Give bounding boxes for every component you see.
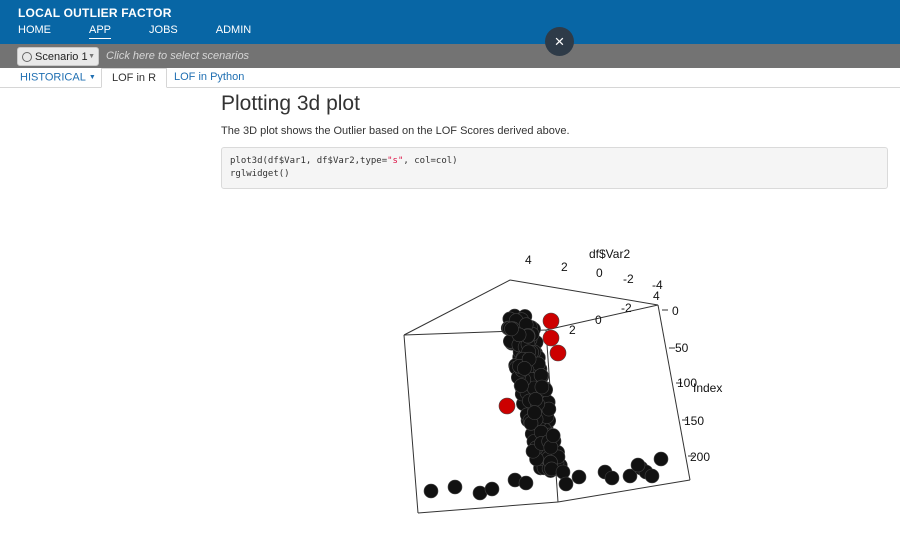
scenario-select[interactable]: Scenario 1 ▼ [17,47,99,66]
data-point [447,479,463,495]
code-string: "s" [387,156,404,166]
index-tick-5: 200 [690,450,710,464]
outlier-point [549,344,567,362]
tab-historical[interactable]: HISTORICAL ▼ [10,68,106,88]
page-description: The 3D plot shows the Outlier based on t… [221,125,570,137]
app-title: LOCAL OUTLIER FACTOR [18,6,172,20]
data-point [423,483,439,499]
tab-lof-in-r-label: LOF in R [112,72,157,84]
data-point [558,476,574,492]
top-navbar: LOCAL OUTLIER FACTOR HOME APP JOBS ADMIN [0,0,900,44]
data-point [630,457,646,473]
tab-bar: HISTORICAL ▼ LOF in R LOF in Python [0,68,900,88]
var1-axis: 4 2 0 -2 [569,289,660,337]
chevron-down-icon: ▼ [88,74,96,81]
data-point [504,321,519,337]
scenario-selected-label: Scenario 1 [35,50,88,63]
data-point [527,405,542,420]
var2-axis-label: df$Var2 [589,247,630,261]
close-button[interactable]: × [545,27,574,56]
code-block: plot3d(df$Var1, df$Var2,type="s", col=co… [221,147,888,189]
tab-lof-in-python[interactable]: LOF in Python [164,68,254,88]
data-point [517,361,532,376]
index-tick-4: 150 [684,414,704,428]
outlier-point [542,329,560,347]
main-nav: HOME APP JOBS ADMIN [18,24,289,39]
outlier-point [498,397,516,415]
data-point [571,469,587,485]
data-points [423,308,669,501]
nav-jobs[interactable]: JOBS [149,24,178,39]
data-point [528,392,543,407]
var2-tick-3: 0 [596,266,603,280]
close-icon: × [554,32,565,51]
code-line-2: rglwidget() [230,169,290,179]
var2-tick-4: -2 [623,272,634,286]
data-point [604,470,620,486]
data-point [514,378,529,393]
chevron-down-icon: ▼ [88,53,95,60]
data-point [534,379,550,395]
rgl-3d-plot[interactable]: df$Var2 4 2 0 -2 -4 4 2 0 -2 0 50 100 In… [380,240,760,525]
data-point [653,451,669,467]
scenario-radio-icon [22,51,32,62]
page-title: Plotting 3d plot [221,92,360,115]
var2-tick-2: 2 [561,260,568,274]
outlier-point [542,312,560,330]
data-point [545,428,561,443]
index-tick-1: 0 [672,304,679,318]
code-line-1-suffix: , col=col) [403,156,458,166]
var1-tick-2: 2 [569,323,576,337]
data-point [555,464,571,480]
var1-tick-1: 4 [653,289,660,303]
data-point [644,468,660,484]
nav-app[interactable]: APP [89,24,112,39]
scenario-hint[interactable]: Click here to select scenarios [106,50,249,62]
var1-tick-3: 0 [595,313,602,327]
nav-admin[interactable]: ADMIN [216,24,251,39]
data-point [484,481,500,497]
data-point [518,475,534,491]
tab-lof-in-python-label: LOF in Python [174,71,245,83]
var1-tick-4: -2 [621,301,632,315]
var2-tick-1: 4 [525,253,532,267]
nav-home[interactable]: HOME [18,24,51,39]
tab-historical-label: HISTORICAL [20,71,86,84]
index-tick-2: 50 [675,341,689,355]
index-axis-label: Index [693,381,722,395]
var2-axis: df$Var2 4 2 0 -2 -4 [525,247,663,292]
tab-lof-in-r[interactable]: LOF in R [101,68,168,88]
code-line-1-prefix: plot3d(df$Var1, df$Var2,type= [230,156,388,166]
